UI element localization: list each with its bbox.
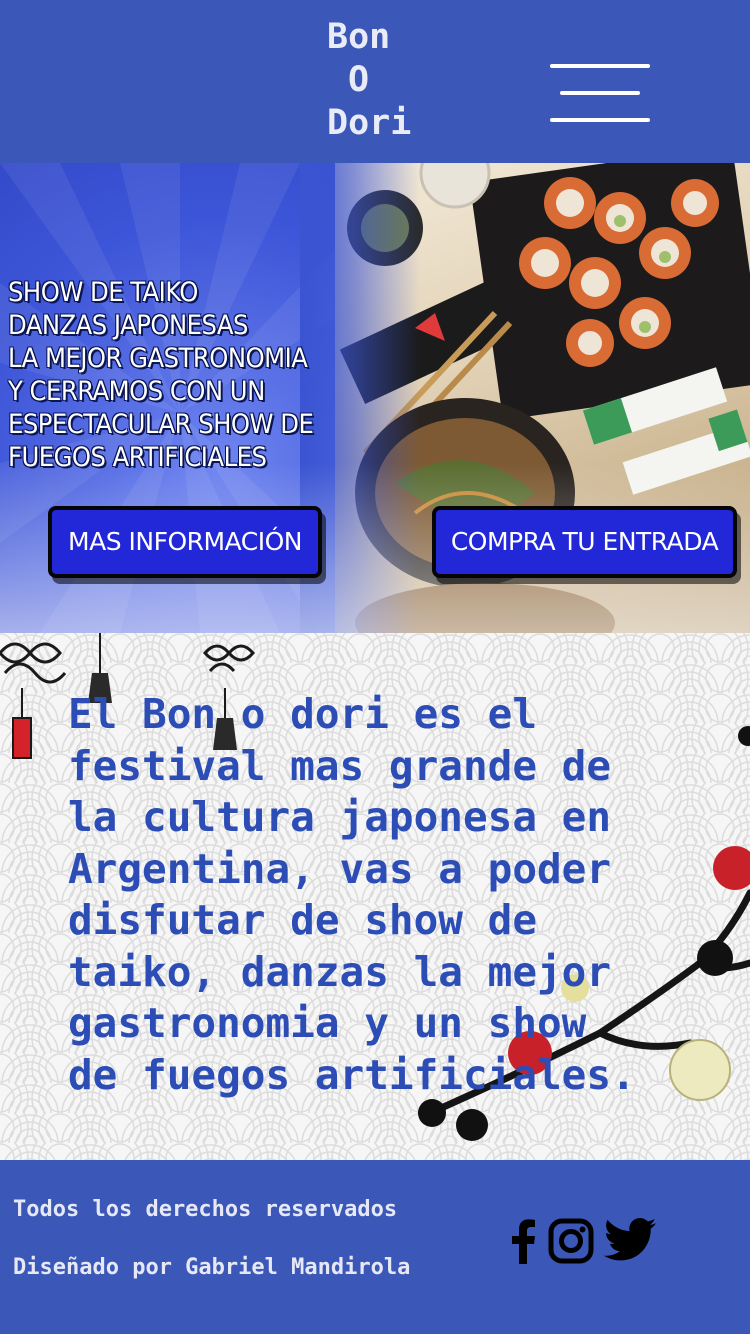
banner-line: FUEGOS ARTIFICIALES (8, 442, 267, 473)
description-line: disfutar de show de (68, 896, 537, 944)
facebook-icon[interactable] (509, 1218, 537, 1264)
hero-banner: SHOW DE TAIKO DANZAS JAPONESAS LA MEJOR … (0, 163, 750, 633)
banner-line: ESPECTACULAR SHOW DE (8, 409, 314, 440)
logo-line-3: Dori (327, 103, 412, 143)
description-line: la cultura japonesa en (68, 793, 612, 841)
twitter-icon[interactable] (604, 1218, 656, 1262)
buy-ticket-button[interactable]: COMPRA TU ENTRADA (432, 506, 737, 578)
footer: Todos los derechos reservados Diseñado p… (0, 1160, 750, 1334)
site-logo[interactable]: Bon O Dori (327, 16, 411, 145)
description-line: Argentina, vas a poder (68, 844, 612, 893)
header: Bon O Dori (0, 0, 750, 163)
banner-line: Y CERRAMOS CON UN (8, 376, 265, 407)
designer-credit: Diseñado por Gabriel Mandirola (13, 1255, 411, 1280)
instagram-icon[interactable] (548, 1218, 594, 1264)
content-section: El Bon o dori es el festival mas grande … (0, 633, 750, 1160)
description-line: de fuegos artificiales. (68, 1050, 636, 1099)
festival-description: El Bon o dori es el festival mas grande … (68, 689, 688, 1101)
menu-bar-top (550, 64, 650, 68)
description-line: gastronomia y un show (68, 999, 587, 1047)
menu-bar-bottom (550, 118, 650, 122)
banner-line: DANZAS JAPONESAS (8, 310, 248, 341)
description-line: El Bon o dori es el (68, 690, 537, 738)
hamburger-menu-icon[interactable] (548, 62, 652, 126)
more-info-button[interactable]: MAS INFORMACIÓN (48, 506, 322, 578)
banner-headline: SHOW DE TAIKO DANZAS JAPONESAS LA MEJOR … (8, 276, 358, 474)
description-line: taiko, danzas la mejor (68, 947, 612, 996)
copyright-text: Todos los derechos reservados (13, 1197, 398, 1222)
logo-line-1: Bon (327, 17, 391, 57)
menu-bar-middle (560, 91, 640, 95)
banner-line: LA MEJOR GASTRONOMIA (8, 343, 308, 374)
banner-line: SHOW DE TAIKO (8, 277, 198, 308)
description-line: festival mas grande de (68, 741, 612, 790)
logo-line-2: O (348, 60, 370, 100)
